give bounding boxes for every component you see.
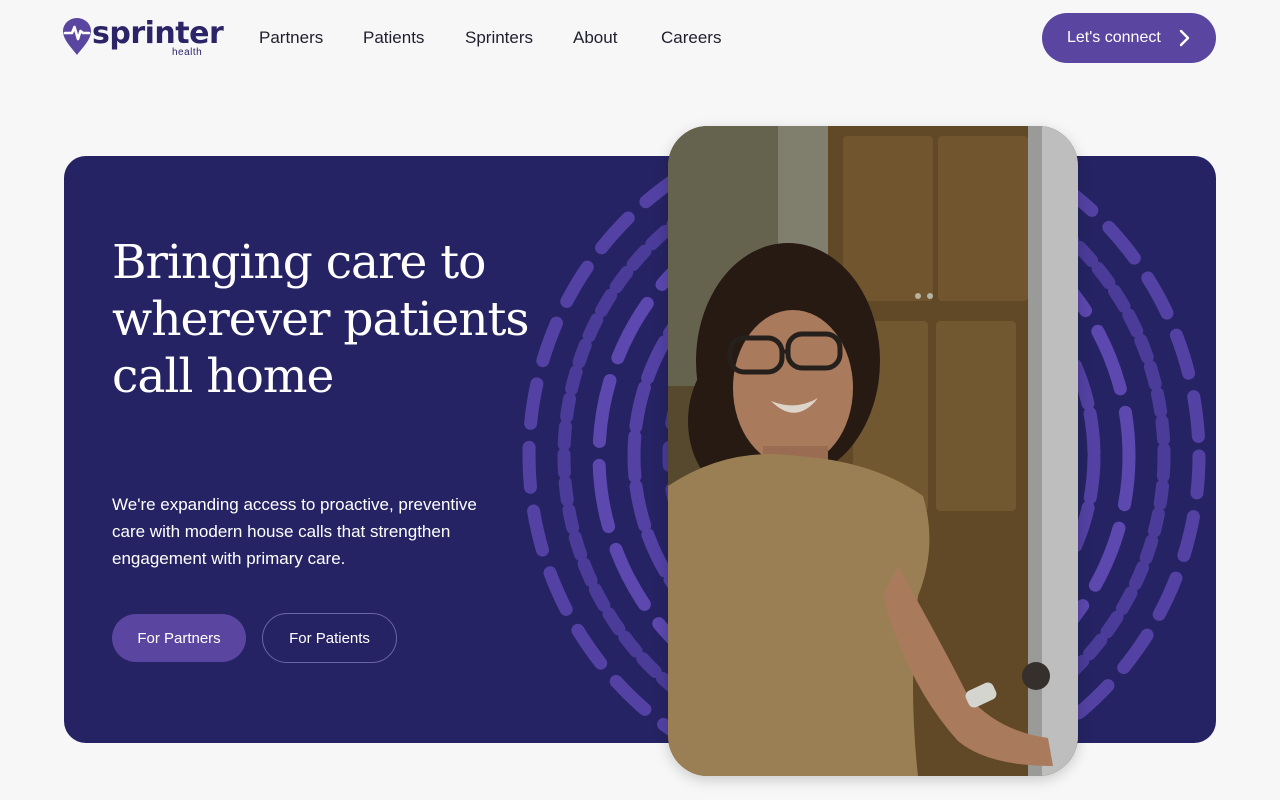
hero-subtext: We're expanding access to proactive, pre… [112,495,477,568]
nav-careers[interactable]: Careers [661,26,721,50]
location-pin-heartbeat-icon [63,18,91,55]
logo-subtitle: health [172,47,203,58]
hero-photo [668,126,1078,776]
lets-connect-button[interactable]: Let's connect [1042,13,1216,63]
hero-headline: Bringing care to wherever patients call … [112,235,530,404]
smiling-woman-image [668,126,1078,776]
for-patients-button[interactable]: For Patients [262,613,397,663]
nav-patients[interactable]: Patients [363,26,424,50]
nav-about[interactable]: About [573,26,617,50]
lets-connect-label: Let's connect [1067,29,1161,46]
sprinter-health-logo[interactable]: sprinter health [62,16,224,60]
nav-sprinters[interactable]: Sprinters [465,26,533,50]
logo-wordmark: sprinter [92,16,224,51]
site-header: sprinter health Partners Patients Sprint… [0,0,1280,80]
for-partners-button[interactable]: For Partners [112,614,246,662]
nav-partners[interactable]: Partners [259,26,323,50]
chevron-right-icon [1179,29,1190,47]
